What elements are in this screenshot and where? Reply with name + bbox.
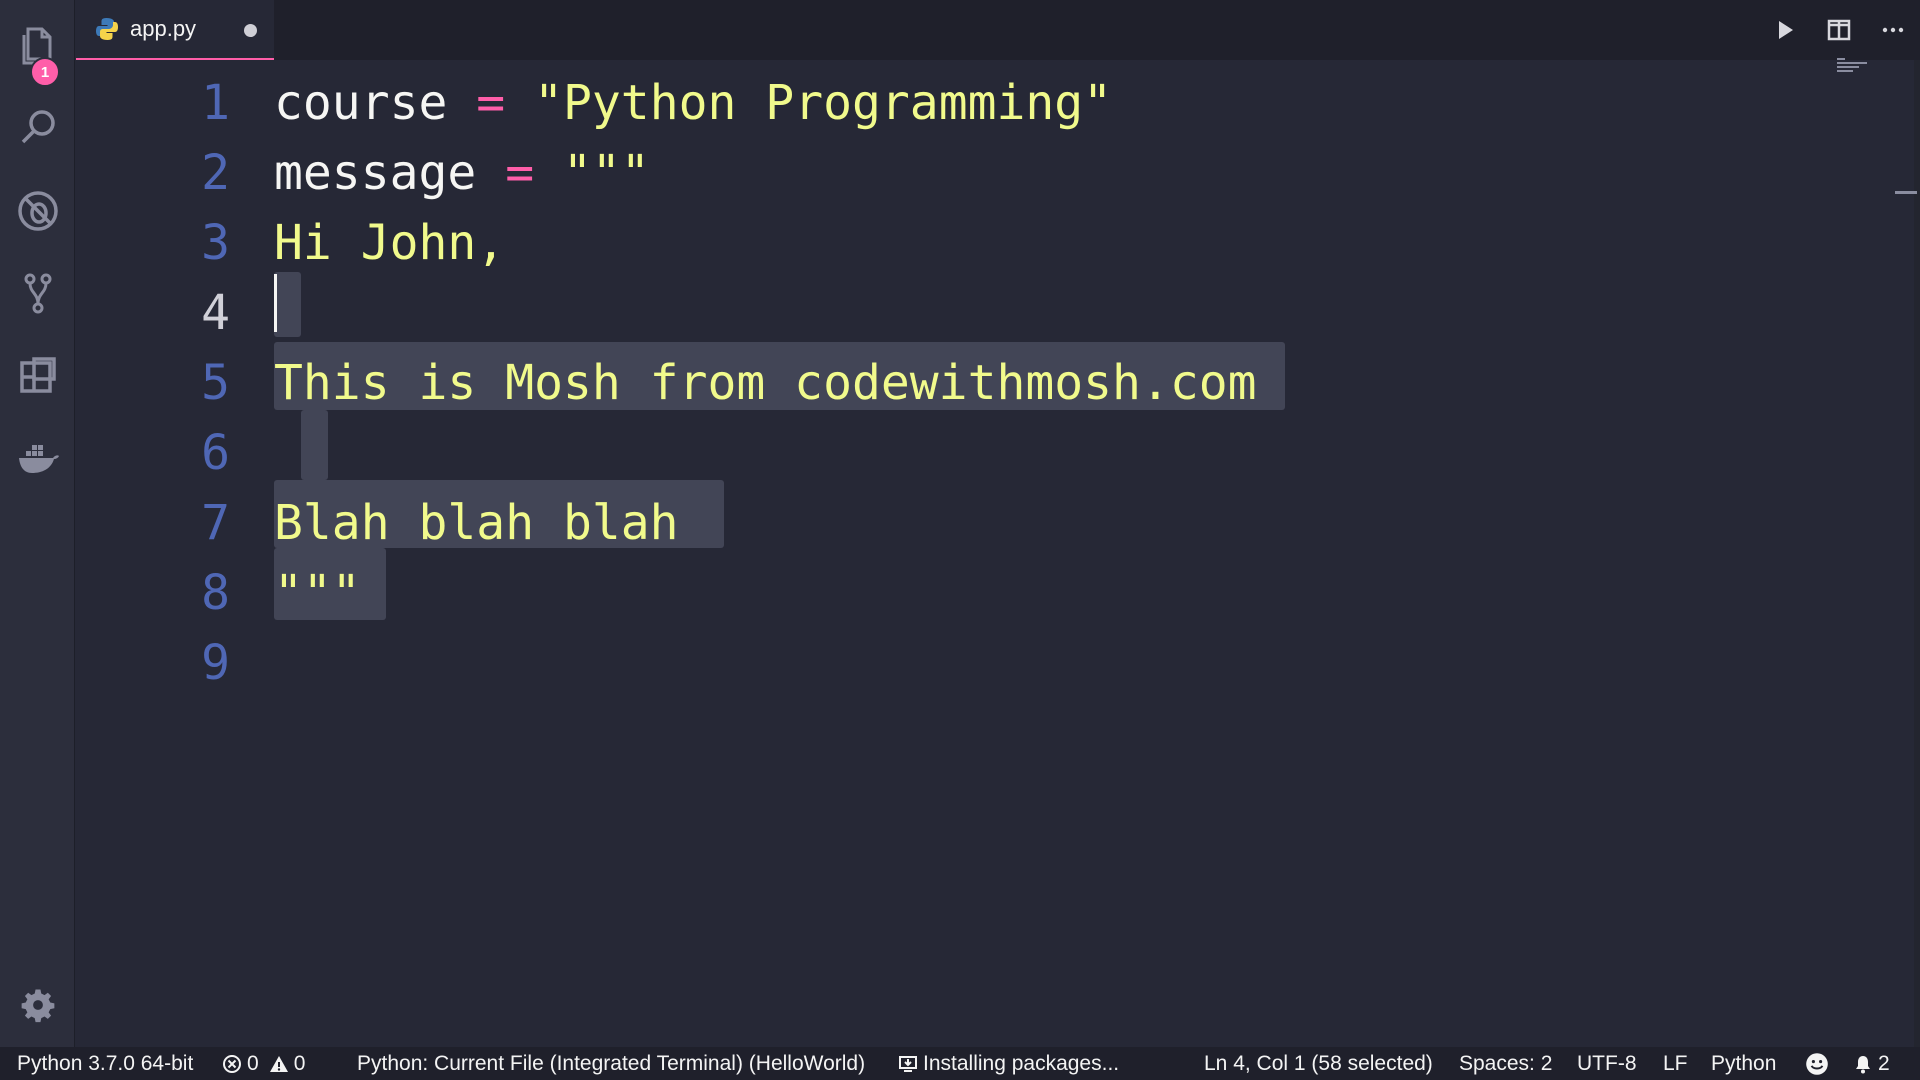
code-line: 8 """ (76, 558, 1876, 628)
line-number: 5 (201, 355, 230, 411)
code-editor[interactable]: 1 course = "Python Programming" 2 messag… (76, 60, 1920, 1047)
line-number: 9 (201, 635, 230, 691)
code-line: 5 This is Mosh from codewithmosh.com (76, 348, 1876, 418)
line-content: message = """ (274, 138, 650, 208)
tab-bar: app.py (76, 0, 1920, 60)
extensions-button[interactable] (0, 340, 75, 410)
docker-icon (18, 445, 59, 473)
line-content: course = "Python Programming" (274, 68, 1112, 138)
source-control-button[interactable] (0, 258, 75, 328)
language-label: Python (1711, 1052, 1777, 1075)
code-line: 4 (76, 278, 1876, 348)
bell-icon (1856, 1055, 1870, 1073)
smiley-icon (1806, 1052, 1828, 1075)
run-config-label: Python: Current File (Integrated Termina… (357, 1052, 866, 1075)
tab-label: app.py (130, 16, 197, 41)
docker-button[interactable] (0, 424, 75, 494)
overview-ruler-cursor (1895, 191, 1917, 194)
split-editor-button[interactable] (1812, 0, 1866, 60)
identifier: course (274, 75, 448, 131)
vertical-scrollbar[interactable] (1914, 60, 1920, 1047)
operator: = (476, 75, 506, 131)
task-label: Installing packages... (923, 1052, 1120, 1075)
error-count: 0 (247, 1052, 259, 1075)
gear-icon (21, 989, 54, 1023)
identifier: message (274, 145, 477, 201)
line-content: Hi John, (274, 215, 506, 271)
source-control-icon (24, 273, 51, 314)
install-icon (899, 1055, 917, 1072)
code-line: 2 message = """ (76, 138, 1876, 208)
explorer-button[interactable]: 1 (0, 10, 75, 87)
indentation-label: Spaces: 2 (1459, 1052, 1553, 1075)
tab-app-py[interactable]: app.py (76, 0, 274, 60)
warning-icon (269, 1055, 288, 1072)
code-line: 9 (76, 628, 1876, 698)
line-content: This is Mosh from codewithmosh.com (274, 355, 1257, 411)
installing-task[interactable]: Installing packages... (898, 1047, 1119, 1080)
explorer-badge: 1 (30, 57, 60, 87)
eol-label: LF (1663, 1052, 1688, 1075)
debug-button[interactable] (0, 176, 75, 246)
search-icon (21, 110, 55, 144)
run-button[interactable] (1758, 0, 1812, 60)
code-line: 1 course = "Python Programming" (76, 68, 1876, 138)
string-literal: "Python Programming" (534, 75, 1113, 131)
line-number: 7 (201, 495, 230, 551)
split-editor-icon (1827, 19, 1851, 41)
unsaved-indicator[interactable] (244, 24, 257, 37)
status-bar: Python 3.7.0 64-bit 0 0 Python: Current … (0, 1047, 1920, 1080)
activity-bar: 1 (0, 0, 75, 1047)
feedback-button[interactable] (1805, 1047, 1834, 1080)
notification-count: 2 (1878, 1052, 1890, 1075)
line-number: 8 (201, 565, 230, 621)
extensions-icon (19, 357, 56, 393)
line-number: 2 (201, 145, 230, 201)
settings-button[interactable] (0, 970, 75, 1040)
notifications[interactable]: 2 (1853, 1047, 1890, 1080)
end-of-line[interactable]: LF (1663, 1047, 1688, 1080)
debug-icon (17, 191, 58, 231)
line-content: """ (274, 565, 361, 621)
interpreter-label: Python 3.7.0 64-bit (17, 1052, 194, 1075)
operator: = (505, 145, 535, 201)
code-line: 3 Hi John, (76, 208, 1876, 278)
language-mode[interactable]: Python (1711, 1047, 1776, 1080)
python-icon (96, 18, 118, 40)
encoding[interactable]: UTF-8 (1577, 1047, 1637, 1080)
code-line: 6 (76, 418, 1876, 488)
more-actions-button[interactable] (1866, 0, 1920, 60)
error-icon (223, 1054, 241, 1073)
code-line: 7 Blah blah blah (76, 488, 1876, 558)
search-button[interactable] (0, 92, 75, 162)
python-interpreter[interactable]: Python 3.7.0 64-bit (17, 1047, 193, 1080)
run-icon (1779, 21, 1793, 39)
cursor-position[interactable]: Ln 4, Col 1 (58 selected) (1204, 1047, 1433, 1080)
line-number: 4 (201, 285, 230, 341)
line-number: 3 (201, 215, 230, 271)
problems-indicator[interactable]: 0 0 (222, 1047, 305, 1080)
line-number: 6 (201, 425, 230, 481)
line-number: 1 (201, 75, 230, 131)
cursor-position-label: Ln 4, Col 1 (58 selected) (1204, 1052, 1433, 1075)
line-content: Blah blah blah (274, 495, 679, 551)
warning-count: 0 (293, 1052, 306, 1075)
encoding-label: UTF-8 (1577, 1052, 1637, 1075)
run-configuration[interactable]: Python: Current File (Integrated Termina… (357, 1047, 865, 1080)
editor-actions (1758, 0, 1920, 60)
more-icon (1882, 27, 1904, 33)
string-literal: """ (563, 145, 650, 201)
minimap[interactable] (1837, 58, 1873, 78)
indentation[interactable]: Spaces: 2 (1459, 1047, 1552, 1080)
